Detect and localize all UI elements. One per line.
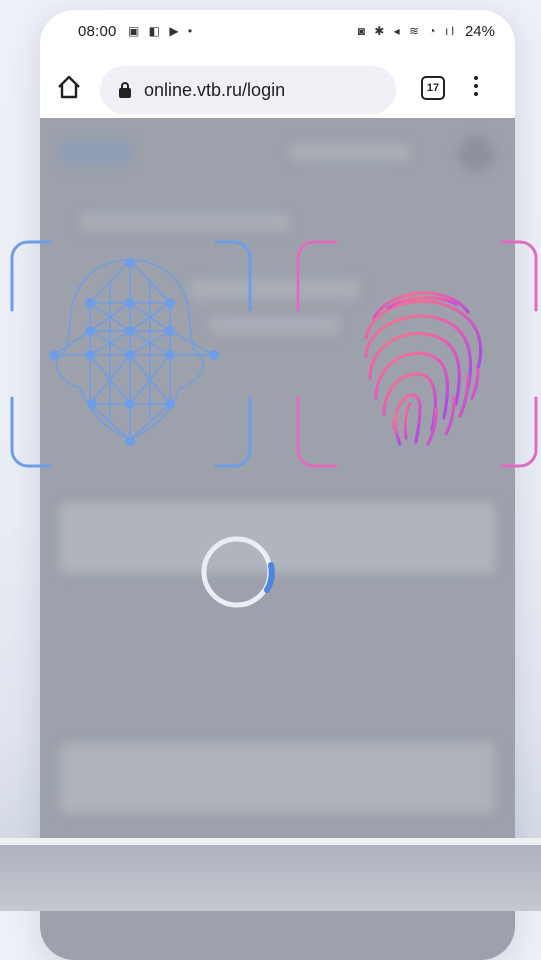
battery-level: 24% [464,23,495,40]
blurred-button [60,743,495,813]
browser-toolbar: online.vtb.ru/login 17 [40,56,515,118]
status-bar: 08:00 ▣ ◧ ▶ • ◙ ✱ ◂ ≋ ◔ ıl 24% [40,10,515,56]
status-time: 08:00 [78,23,117,40]
url-text: online.vtb.ru/login [144,80,286,100]
home-icon[interactable] [56,74,82,100]
fingerprint-icon [296,240,538,468]
system-icons: ◙ ✱ ◂ ≋ ◔ ıl [357,24,457,38]
lock-icon [119,82,131,98]
phone-frame: 08:00 ▣ ◧ ▶ • ◙ ✱ ◂ ≋ ◔ ıl 24% online.vt… [40,10,515,960]
blurred-header-link [290,144,410,162]
loading-spinner [201,536,275,608]
blurred-header-icon [458,136,494,172]
blurred-input-field [60,503,495,573]
bottom-divider [0,838,541,845]
face-id-icon [10,240,252,468]
blurred-logo [60,140,130,166]
bottom-blur-strip [0,845,541,911]
tab-switcher-button[interactable]: 17 [421,76,445,100]
blurred-text-line [80,213,290,231]
notification-icons: ▣ ◧ ▶ • [128,24,196,38]
more-vert-icon[interactable] [472,76,480,100]
address-bar[interactable]: online.vtb.ru/login [100,66,396,114]
